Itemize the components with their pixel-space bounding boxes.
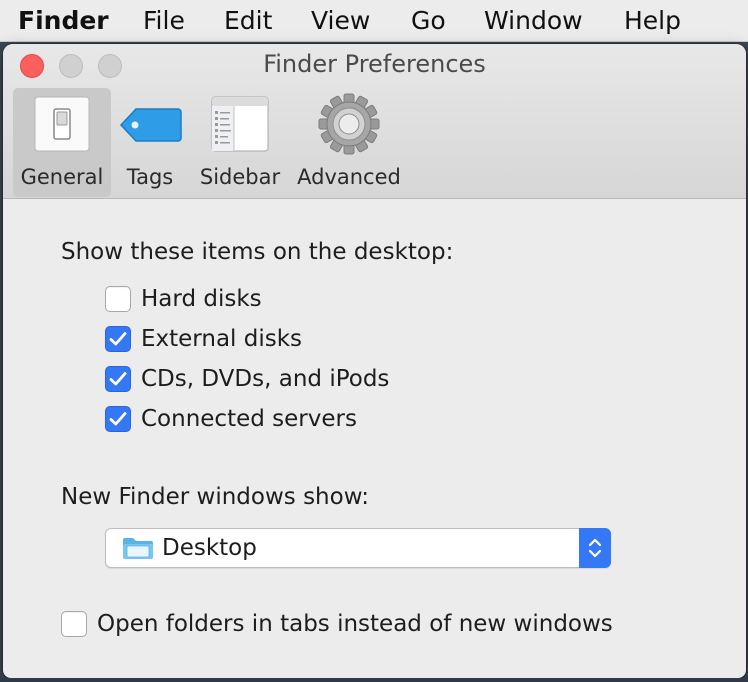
popup-stepper[interactable]	[579, 528, 611, 568]
checkbox-row-external-disks[interactable]: External disks	[105, 324, 302, 354]
sidebar-icon	[211, 96, 269, 156]
connected-servers-checkbox[interactable]	[105, 406, 131, 432]
new-window-popup-value: Desktop	[162, 535, 257, 561]
menu-view[interactable]: View	[311, 0, 370, 42]
general-switch-icon	[34, 96, 90, 156]
tab-advanced[interactable]: Advanced	[295, 88, 403, 197]
tag-icon	[118, 106, 182, 148]
checkbox-row-cds-dvds-ipods[interactable]: CDs, DVDs, and iPods	[105, 364, 389, 394]
connected-servers-label: Connected servers	[141, 406, 357, 432]
desktop-background	[0, 678, 748, 682]
tab-advanced-label: Advanced	[297, 165, 401, 189]
cds-dvds-ipods-label: CDs, DVDs, and iPods	[141, 366, 390, 392]
tab-tags-label: Tags	[126, 165, 174, 189]
menu-go[interactable]: Go	[411, 0, 446, 42]
general-pane: Show these items on the desktop: Hard di…	[3, 199, 746, 678]
tab-tags[interactable]: Tags	[115, 88, 185, 197]
gear-icon	[317, 92, 381, 160]
tab-general[interactable]: General	[13, 88, 111, 197]
cds-dvds-ipods-checkbox[interactable]	[105, 366, 131, 392]
checkbox-row-connected-servers[interactable]: Connected servers	[105, 404, 357, 434]
hard-disks-checkbox[interactable]	[105, 286, 131, 312]
new-window-heading: New Finder windows show:	[61, 484, 370, 510]
menu-bar: Finder File Edit View Go Window Help	[0, 0, 748, 42]
external-disks-checkbox[interactable]	[105, 326, 131, 352]
menu-help[interactable]: Help	[624, 0, 681, 42]
finder-preferences-window: Finder Preferences General Tags Sidebar …	[3, 44, 746, 678]
tab-sidebar-label: Sidebar	[199, 165, 281, 189]
checkbox-row-open-in-tabs[interactable]: Open folders in tabs instead of new wind…	[61, 609, 613, 639]
menu-window[interactable]: Window	[484, 0, 583, 42]
title-bar: Finder Preferences General Tags Sidebar …	[3, 44, 746, 199]
updown-chevron-icon	[588, 538, 602, 558]
checkbox-row-hard-disks[interactable]: Hard disks	[105, 284, 262, 314]
new-window-popup[interactable]: Desktop	[105, 528, 611, 568]
menu-edit[interactable]: Edit	[224, 0, 272, 42]
open-in-tabs-label: Open folders in tabs instead of new wind…	[97, 611, 613, 637]
menu-file[interactable]: File	[143, 0, 185, 42]
external-disks-label: External disks	[141, 326, 303, 352]
desktop-items-heading: Show these items on the desktop:	[61, 239, 454, 265]
checkmark-icon	[109, 372, 127, 386]
tab-general-label: General	[20, 165, 104, 189]
window-title: Finder Preferences	[263, 50, 486, 78]
open-in-tabs-checkbox[interactable]	[61, 611, 87, 637]
checkmark-icon	[109, 412, 127, 426]
tab-sidebar[interactable]: Sidebar	[195, 88, 285, 197]
menu-finder[interactable]: Finder	[18, 0, 109, 42]
checkmark-icon	[109, 332, 127, 346]
folder-icon	[122, 536, 154, 564]
hard-disks-label: Hard disks	[141, 286, 262, 312]
